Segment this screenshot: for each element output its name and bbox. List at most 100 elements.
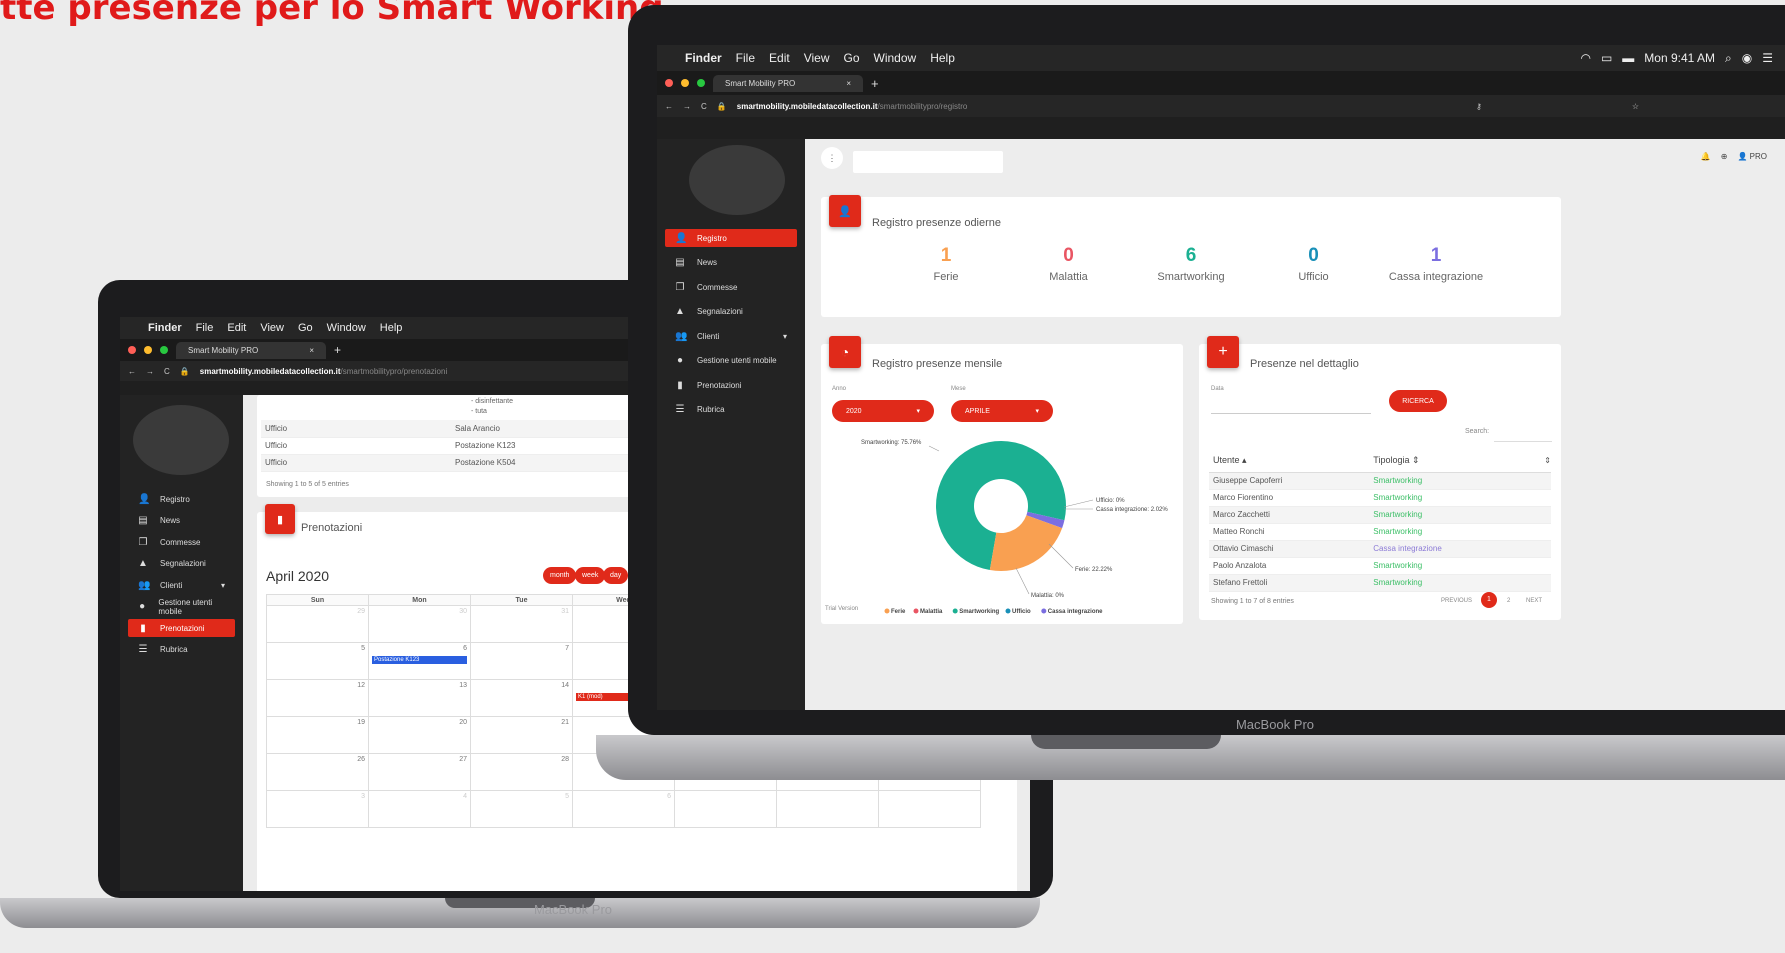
bookmark-star-icon[interactable]: ☆	[1632, 102, 1639, 111]
table-row[interactable]: Ottavio Cimaschi Cassa integrazione	[1209, 540, 1551, 558]
table-row[interactable]: Marco Zacchetti Smartworking	[1209, 506, 1551, 524]
menu-file[interactable]: File	[196, 322, 214, 334]
calendar-day[interactable]: 31	[470, 605, 573, 643]
sidebar-item-news[interactable]: ▤ News	[128, 512, 235, 530]
maximize-window-icon[interactable]	[697, 79, 705, 87]
battery-icon[interactable]: ▬	[1622, 51, 1634, 65]
menu-help[interactable]: Help	[930, 51, 955, 65]
menu-help[interactable]: Help	[380, 322, 403, 334]
sidebar-item-gestione-utenti-mobile[interactable]: ● Gestione utenti mobile	[665, 352, 797, 370]
sidebar-item-clienti[interactable]: 👥 Clienti ▾	[128, 576, 235, 594]
calendar-day[interactable]: 27	[368, 753, 471, 791]
data-input[interactable]	[1211, 396, 1371, 414]
next-page-button[interactable]: NEXT	[1526, 598, 1542, 604]
anno-select[interactable]: 2020 ▾	[832, 400, 934, 422]
calendar-day[interactable]: 5	[266, 642, 369, 680]
calendar-day[interactable]: 14	[470, 679, 573, 717]
calendar-day[interactable]: 30	[368, 605, 471, 643]
sidebar-item-commesse[interactable]: ❐ Commesse	[665, 278, 797, 296]
utente-header[interactable]: Utente ▴	[1209, 450, 1370, 473]
calendar-day[interactable]: 4	[368, 790, 471, 828]
sidebar-item-prenotazioni[interactable]: ▮ Prenotazioni	[665, 376, 797, 394]
control-center-icon[interactable]: ☰	[1762, 51, 1773, 65]
menu-finder[interactable]: Finder	[148, 322, 182, 334]
calendar-day[interactable]: 13	[368, 679, 471, 717]
forward-arrow-icon[interactable]: →	[146, 367, 154, 376]
menu-view[interactable]: View	[260, 322, 284, 334]
table-row[interactable]: Paolo Anzalota Smartworking	[1209, 557, 1551, 575]
ricerca-button[interactable]: RICERCA	[1389, 390, 1447, 412]
sidebar-item-news[interactable]: ▤ News	[665, 254, 797, 272]
notifications-icon[interactable]: 🔔	[1701, 152, 1711, 161]
legend-entry[interactable]: Cassa integrazione	[1048, 609, 1103, 615]
legend-entry[interactable]: Ufficio	[1012, 609, 1031, 615]
close-window-icon[interactable]	[665, 79, 673, 87]
table-row[interactable]: Marco Fiorentino Smartworking	[1209, 489, 1551, 507]
page-2-button[interactable]: 2	[1507, 598, 1510, 604]
key-icon[interactable]: ⚷	[1476, 102, 1482, 111]
calendar-day[interactable]: 21	[470, 716, 573, 754]
menu-edit[interactable]: Edit	[227, 322, 246, 334]
reload-icon[interactable]: C	[701, 102, 707, 111]
sidebar-item-segnalazioni[interactable]: ▲ Segnalazioni	[128, 555, 235, 573]
siri-icon[interactable]: ◉	[1742, 51, 1752, 65]
sidebar-item-commesse[interactable]: ❐ Commesse	[128, 533, 235, 551]
menu-finder[interactable]: Finder	[685, 51, 722, 65]
address-bar[interactable]: smartmobility.mobiledatacollection.it/sm…	[737, 102, 968, 111]
sidebar-item-rubrica[interactable]: ☰ Rubrica	[665, 401, 797, 419]
calendar-day[interactable]	[878, 790, 981, 828]
calendar-day[interactable]: 12	[266, 679, 369, 717]
table-search-input[interactable]	[1494, 434, 1552, 442]
calendar-day[interactable]: 29	[266, 605, 369, 643]
clock[interactable]: Mon 9:41 AM	[1644, 51, 1715, 65]
maximize-window-icon[interactable]	[160, 346, 168, 354]
table-row[interactable]: Matteo Ronchi Smartworking	[1209, 523, 1551, 541]
legend-entry[interactable]: Malattia	[920, 609, 943, 615]
sidebar-item-clienti[interactable]: 👥 Clienti ▾	[665, 327, 797, 345]
table-row[interactable]: Stefano Frettoli Smartworking	[1209, 574, 1551, 592]
user-menu[interactable]: 👤 PRO	[1737, 152, 1767, 161]
new-tab-icon[interactable]: +	[334, 343, 341, 357]
calendar-day[interactable]: 20	[368, 716, 471, 754]
menu-window[interactable]: Window	[327, 322, 366, 334]
mese-select[interactable]: APRILE ▾	[951, 400, 1053, 422]
calendar-day[interactable]: 28	[470, 753, 573, 791]
calendar-day[interactable]: 6 Postazione K123	[368, 642, 471, 680]
page-1-button[interactable]: 1	[1481, 592, 1497, 608]
sidebar-item-rubrica[interactable]: ☰ Rubrica	[128, 641, 235, 659]
menu-go[interactable]: Go	[298, 322, 313, 334]
reload-icon[interactable]: C	[164, 367, 170, 376]
wifi-icon[interactable]: ◠	[1580, 51, 1590, 65]
legend-entry[interactable]: Ferie	[891, 609, 906, 615]
calendar-day[interactable]: 5	[470, 790, 573, 828]
calendar-day[interactable]: 26	[266, 753, 369, 791]
close-window-icon[interactable]	[128, 346, 136, 354]
search-icon[interactable]: ⌕	[1725, 51, 1732, 66]
calendar-day[interactable]: 7	[470, 642, 573, 680]
back-arrow-icon[interactable]: ←	[128, 367, 136, 376]
plus-icon[interactable]: +	[1207, 336, 1239, 368]
header-search-box[interactable]	[853, 151, 1003, 173]
month-view-button[interactable]: month	[543, 567, 577, 584]
header-menu-icon[interactable]: ⋮	[821, 147, 843, 169]
legend-entry[interactable]: Smartworking	[959, 609, 999, 615]
back-arrow-icon[interactable]: ←	[665, 102, 673, 111]
previous-page-button[interactable]: PREVIOUS	[1441, 598, 1472, 604]
airplay-icon[interactable]: ▭	[1601, 51, 1612, 65]
sidebar-item-prenotazioni[interactable]: ▮ Prenotazioni	[128, 619, 235, 637]
sort-icon[interactable]: ⇕	[1527, 450, 1551, 473]
menu-go[interactable]: Go	[844, 51, 860, 65]
close-tab-icon[interactable]: ×	[309, 346, 314, 355]
sidebar-item-registro[interactable]: 👤 Registro	[665, 229, 797, 247]
sidebar-item-gestione-utenti-mobile[interactable]: ● Gestione utenti mobile	[128, 598, 235, 616]
sidebar-item-registro[interactable]: 👤 Registro	[128, 490, 235, 508]
new-tab-icon[interactable]: +	[871, 76, 879, 91]
calendar-event[interactable]: Postazione K123	[372, 656, 467, 664]
minimize-window-icon[interactable]	[144, 346, 152, 354]
sidebar-item-segnalazioni[interactable]: ▲ Segnalazioni	[665, 303, 797, 321]
address-bar[interactable]: smartmobility.mobiledatacollection.it/sm…	[200, 367, 447, 376]
calendar-day[interactable]: 19	[266, 716, 369, 754]
forward-arrow-icon[interactable]: →	[683, 102, 691, 111]
browser-tab[interactable]: Smart Mobility PRO ×	[176, 341, 326, 359]
menu-edit[interactable]: Edit	[769, 51, 790, 65]
